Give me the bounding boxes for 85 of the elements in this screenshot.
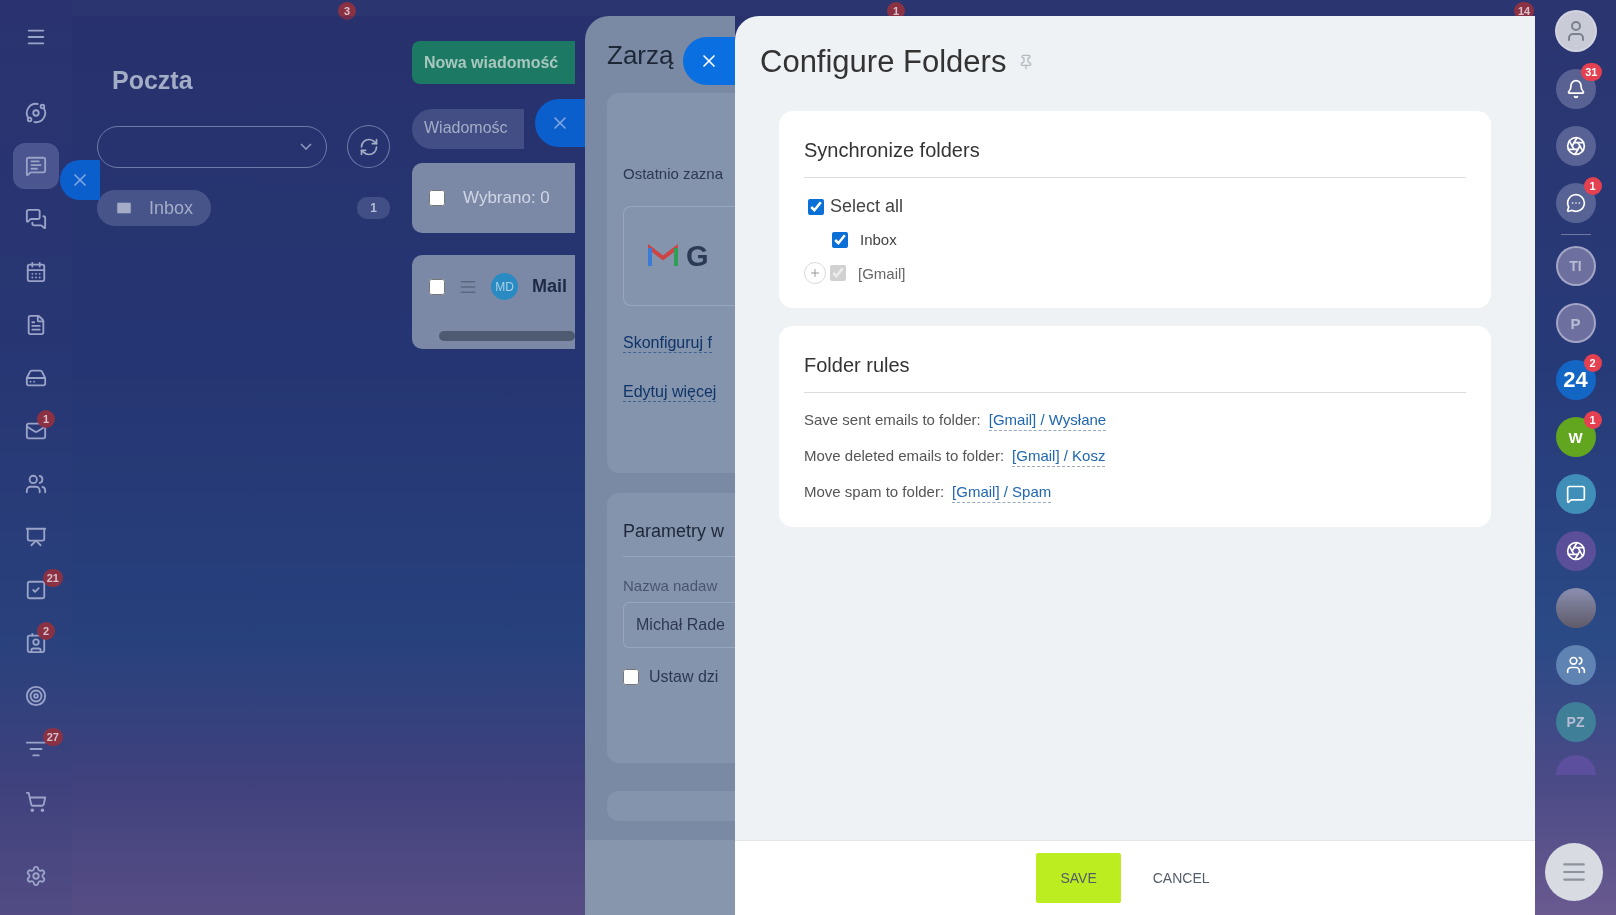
section-label: Ostatnio zazna xyxy=(623,165,725,182)
search-field[interactable]: Wiadomośc xyxy=(412,109,524,149)
section-title: Synchronize folders xyxy=(804,139,1466,178)
folder-count: 1 xyxy=(357,197,390,219)
count-badge: 2 xyxy=(37,622,55,640)
close-button[interactable] xyxy=(535,99,585,147)
selection-count: Wybrano: 0 xyxy=(463,188,550,208)
photo-placeholder[interactable] xyxy=(1555,588,1596,628)
new-message-button[interactable]: Nowa wiadomość xyxy=(412,41,575,84)
select-checkbox[interactable] xyxy=(429,190,445,206)
page-title: Poczta xyxy=(112,66,194,95)
count-badge: 21 xyxy=(42,569,63,587)
aperture-icon xyxy=(1565,541,1586,561)
folder-item[interactable]: Inbox xyxy=(97,190,212,226)
settings-link[interactable]: Skonfiguruj f xyxy=(623,334,712,353)
count-badge: 2 xyxy=(1583,354,1602,372)
checkbox-label: Ustaw dzi xyxy=(649,668,719,686)
aperture-icon xyxy=(1565,136,1586,156)
people-icon xyxy=(25,473,47,495)
sender-name: Mail xyxy=(532,276,567,297)
settings-icon xyxy=(25,865,47,887)
document-icon xyxy=(25,314,47,336)
sidebar-button[interactable] xyxy=(1555,183,1596,223)
list-button[interactable] xyxy=(1545,843,1603,901)
rule-label: Move spam to folder: xyxy=(804,483,945,500)
select-all-checkbox[interactable] xyxy=(808,198,824,215)
chat-icon xyxy=(1565,193,1586,213)
sidebar-button[interactable] xyxy=(1555,126,1596,166)
cancel-button[interactable]: CANCEL xyxy=(1128,853,1234,903)
close-button[interactable] xyxy=(60,160,100,200)
target-icon xyxy=(25,685,47,707)
section-title: Folder rules xyxy=(804,354,1466,393)
panel-title: Configure Folders xyxy=(760,44,1007,80)
folder-link[interactable]: [Gmail] / Wysłane xyxy=(988,411,1107,431)
plus-icon xyxy=(809,267,821,279)
calendar-icon xyxy=(25,261,47,283)
sender-avatar: MD xyxy=(491,273,518,300)
refresh-icon xyxy=(358,136,379,157)
checkbox-icon xyxy=(25,579,47,601)
folder-checkbox[interactable] xyxy=(832,231,848,248)
chat-icon xyxy=(1565,484,1586,504)
drive-icon xyxy=(25,367,47,389)
rule-label: Save sent emails to folder: xyxy=(804,411,981,428)
chevron-down-icon xyxy=(300,143,313,150)
scrollbar[interactable] xyxy=(439,331,575,341)
count-badge: 3 xyxy=(338,2,356,20)
option-checkbox[interactable] xyxy=(623,669,639,685)
mail-row[interactable]: MD Mail xyxy=(412,255,575,349)
bell-icon xyxy=(1565,79,1586,99)
sidebar-button[interactable] xyxy=(1555,531,1596,571)
user-avatar[interactable] xyxy=(1554,10,1597,52)
sidebar-button[interactable] xyxy=(1555,474,1596,514)
provider-name: G xyxy=(686,239,709,273)
count-badge: 1 xyxy=(1583,177,1602,195)
nav-button[interactable] xyxy=(13,143,59,189)
count-badge: 31 xyxy=(1581,63,1602,81)
people-icon xyxy=(1565,655,1586,675)
settings-link[interactable]: Edytuj więcej xyxy=(623,383,717,402)
chat-bubbles-icon xyxy=(25,208,47,230)
checkbox-label: [Gmail] xyxy=(858,264,906,282)
mail-logo-icon xyxy=(648,244,678,268)
save-button[interactable]: SAVE xyxy=(1036,853,1121,903)
row-checkbox[interactable] xyxy=(429,278,445,295)
panel-title: Zarzą xyxy=(607,40,674,71)
chat-list-icon xyxy=(25,155,47,177)
folder-link[interactable]: [Gmail] / Spam xyxy=(952,483,1052,503)
cart-icon xyxy=(25,791,47,813)
checkbox-label: Inbox xyxy=(860,231,897,248)
nav-button[interactable]: 2 xyxy=(13,620,59,666)
checkbox-label: Select all xyxy=(830,196,904,217)
sidebar-button[interactable] xyxy=(1555,69,1596,109)
field-label: Nazwa nadaw xyxy=(623,577,719,594)
orbit-icon xyxy=(25,102,47,124)
chat-avatar[interactable]: P xyxy=(1555,303,1596,343)
count-badge: 27 xyxy=(42,728,63,746)
count-badge: 1 xyxy=(1583,411,1602,429)
chat-avatar[interactable]: PZ xyxy=(1555,702,1596,742)
rule-label: Move deleted emails to folder: xyxy=(804,447,1005,464)
nav-button[interactable]: 1 xyxy=(13,408,59,454)
close-button[interactable] xyxy=(683,37,735,85)
sidebar-button[interactable] xyxy=(1555,645,1596,685)
presentation-icon xyxy=(25,526,47,548)
count-badge: 1 xyxy=(37,410,55,428)
folder-link[interactable]: [Gmail] / Kosz xyxy=(1012,447,1106,467)
chat-avatar[interactable]: TI xyxy=(1555,246,1596,286)
